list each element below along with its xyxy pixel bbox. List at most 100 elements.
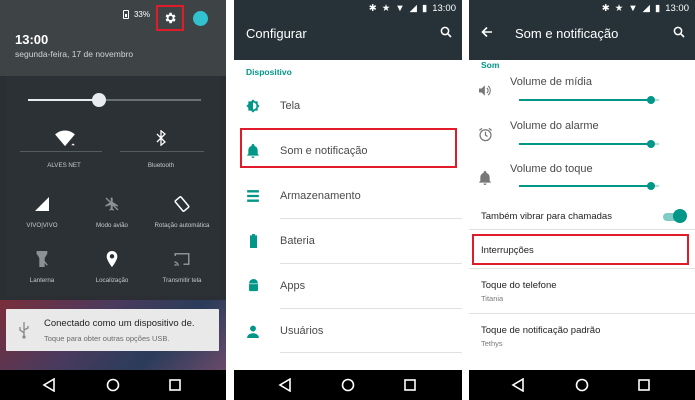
volume-label-alarm: Volume do alarme — [510, 120, 599, 132]
bell-icon — [479, 171, 491, 185]
battery-icon — [246, 234, 260, 248]
person-icon — [246, 324, 260, 338]
volume-fill-alarm — [519, 143, 651, 145]
tile-label-location: Localização — [95, 277, 129, 284]
home-icon[interactable] — [575, 378, 589, 392]
tile-label-signal: VIVO|VIVO — [26, 222, 58, 229]
notification-title: Conectado como um dispositivo de. — [44, 318, 195, 329]
wifi-status-icon: ▼ — [628, 2, 638, 14]
cast-icon[interactable] — [167, 248, 197, 270]
volume-thumb-media[interactable] — [646, 96, 655, 104]
highlight-box — [240, 128, 457, 168]
settings-gear-button[interactable] — [156, 5, 184, 31]
flashlight-icon[interactable] — [27, 248, 57, 270]
highlight-box — [472, 234, 689, 265]
recents-icon[interactable] — [168, 378, 182, 392]
tile-divider — [20, 151, 102, 152]
settings-item-tela[interactable]: Tela — [280, 100, 300, 112]
brightness-thumb[interactable] — [91, 93, 106, 107]
recents-icon[interactable] — [403, 378, 417, 392]
battery-icon — [122, 10, 129, 19]
settings-screen: ✱ ★ ▼ ◢ ▮ 13:00 Configurar Dispositivo T… — [234, 0, 462, 400]
tile-label-airplane: Modo avião — [96, 222, 128, 229]
clock: 13:00 — [15, 32, 49, 47]
back-arrow-icon[interactable] — [481, 26, 493, 38]
vibrate-toggle[interactable] — [673, 209, 687, 223]
volume-fill-media — [519, 99, 651, 101]
page-title: Configurar — [246, 26, 307, 41]
tile-label-flashlight: Lanterna — [29, 277, 55, 284]
android-icon — [246, 279, 260, 293]
settings-item-ringtone[interactable]: Toque do telefone — [481, 280, 557, 291]
home-icon[interactable] — [341, 378, 355, 392]
divider — [469, 268, 695, 269]
user-avatar[interactable] — [193, 11, 208, 26]
search-icon[interactable] — [673, 26, 685, 38]
tile-divider — [120, 151, 204, 152]
location-icon[interactable] — [97, 248, 127, 270]
signal-status-icon: ◢ — [409, 2, 417, 14]
back-icon[interactable] — [278, 378, 292, 392]
tile-label-wifi: ALVES NET — [47, 162, 81, 169]
section-header: Som — [481, 60, 500, 70]
status-bar: ✱ ★ ▼ ◢ ▮ 13:00 — [469, 0, 695, 16]
status-time: 13:00 — [665, 2, 689, 14]
alarm-icon — [478, 127, 493, 142]
nav-bar — [0, 370, 226, 400]
quick-settings-header: 33% 13:00 segunda-feira, 17 de novembro — [0, 0, 226, 76]
rotation-icon[interactable] — [167, 193, 197, 215]
ringtone-value: Titania — [481, 294, 504, 303]
divider — [280, 218, 462, 219]
section-header: Dispositivo — [246, 67, 292, 77]
volume-label-media: Volume de mídia — [510, 76, 592, 88]
cell-signal-icon[interactable] — [27, 193, 57, 215]
settings-item-apps[interactable]: Apps — [280, 280, 305, 292]
star-icon: ★ — [381, 2, 391, 14]
divider — [469, 229, 695, 230]
vibrate-calls-label: Também vibrar para chamadas — [481, 211, 612, 222]
back-icon[interactable] — [511, 378, 525, 392]
wifi-status-icon: ▼ — [395, 2, 405, 14]
status-time: 13:00 — [432, 2, 456, 14]
settings-item-armazenamento[interactable]: Armazenamento — [280, 190, 361, 202]
divider — [280, 308, 462, 309]
airplane-icon[interactable] — [97, 193, 127, 215]
tile-label-cast: Transmitir tela — [162, 277, 202, 284]
volume-thumb-ring[interactable] — [646, 182, 655, 190]
page-title: Som e notificação — [515, 26, 619, 41]
divider — [280, 263, 462, 264]
storage-icon — [246, 189, 260, 203]
volume-label-ring: Volume do toque — [510, 163, 593, 175]
speaker-icon — [479, 85, 491, 96]
date: segunda-feira, 17 de novembro — [15, 49, 134, 59]
battery-percent: 33% — [133, 10, 150, 19]
recents-icon[interactable] — [637, 378, 651, 392]
app-bar: ✱ ★ ▼ ◢ ▮ 13:00 Som e notificação — [469, 0, 695, 60]
volume-thumb-alarm[interactable] — [646, 140, 655, 148]
home-icon[interactable] — [106, 378, 120, 392]
bluetooth-icon[interactable] — [146, 127, 176, 149]
sound-settings-screen: ✱ ★ ▼ ◢ ▮ 13:00 Som e notificação Som Vo… — [469, 0, 695, 400]
bluetooth-status-icon: ✱ — [601, 2, 610, 14]
quick-settings-panel: 33% 13:00 segunda-feira, 17 de novembro … — [0, 0, 226, 400]
usb-icon — [19, 322, 29, 339]
notification-subtitle: Toque para obter outras opções USB. — [44, 334, 170, 343]
status-indicators: 33% — [122, 10, 150, 19]
wifi-icon[interactable] — [50, 127, 80, 149]
divider — [280, 352, 462, 353]
brightness-fill — [28, 99, 99, 101]
search-icon[interactable] — [440, 26, 452, 38]
settings-item-usuarios[interactable]: Usuários — [280, 325, 323, 337]
brightness-icon — [246, 99, 260, 113]
settings-item-bateria[interactable]: Bateria — [280, 235, 315, 247]
nav-bar — [469, 370, 695, 400]
settings-item-notification-sound[interactable]: Toque de notificação padrão — [481, 325, 600, 336]
divider — [469, 313, 695, 314]
gear-icon — [165, 12, 176, 24]
battery-status-icon: ▮ — [654, 2, 661, 14]
signal-status-icon: ◢ — [642, 2, 650, 14]
volume-fill-ring — [519, 185, 651, 187]
usb-notification[interactable]: Conectado como um dispositivo de. Toque … — [6, 309, 219, 351]
bluetooth-status-icon: ✱ — [368, 2, 377, 14]
back-icon[interactable] — [42, 378, 56, 392]
